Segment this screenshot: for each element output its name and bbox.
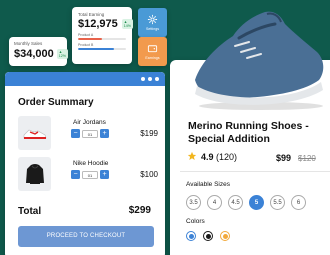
colors-label: Colors bbox=[186, 218, 205, 225]
product-price: $99 bbox=[276, 153, 292, 163]
size-option[interactable]: 6 bbox=[291, 195, 306, 210]
progress-fill bbox=[78, 48, 114, 50]
size-option[interactable]: 5.5 bbox=[270, 195, 285, 210]
hoodie-image bbox=[18, 157, 51, 191]
progress-fill bbox=[78, 38, 102, 40]
checkout-button[interactable]: PROCEED TO CHECKOUT bbox=[18, 226, 154, 247]
earning-bar-label: Product B bbox=[78, 43, 94, 47]
sneaker-image bbox=[18, 116, 51, 150]
cart-item: Air Jordans − 01 + $199 bbox=[18, 116, 158, 150]
earnings-tile[interactable]: Earnings bbox=[138, 37, 167, 66]
total-earning-label: Total Earning bbox=[78, 12, 105, 17]
item-price: $199 bbox=[140, 129, 158, 138]
quantity-value[interactable]: 01 bbox=[82, 170, 98, 179]
decrease-button[interactable]: − bbox=[71, 170, 80, 179]
increase-button[interactable]: + bbox=[100, 170, 109, 179]
total-earning-value: $12,975 bbox=[78, 18, 118, 30]
color-options bbox=[186, 231, 230, 241]
sizes-label: Available Sizes bbox=[186, 181, 230, 188]
total-value: $299 bbox=[128, 205, 151, 216]
size-option[interactable]: 5 bbox=[249, 195, 264, 210]
item-name: Air Jordans bbox=[73, 119, 106, 126]
star-icon bbox=[187, 151, 197, 160]
rating-value: 4.9 bbox=[201, 152, 214, 162]
running-shoe-image bbox=[195, 11, 324, 110]
increase-button[interactable]: + bbox=[100, 129, 109, 138]
order-summary-header-bar bbox=[5, 72, 165, 86]
total-earning-change: ▲ 14% bbox=[121, 19, 133, 29]
gear-icon bbox=[147, 14, 158, 25]
item-price: $100 bbox=[140, 170, 158, 179]
size-option[interactable]: 4.5 bbox=[228, 195, 243, 210]
review-count: (120) bbox=[216, 152, 238, 162]
quantity-stepper: − 01 + bbox=[71, 129, 109, 138]
earnings-tile-label: Earnings bbox=[145, 56, 160, 60]
settings-tile-label: Settings bbox=[146, 27, 159, 31]
earning-bar-a: Product A bbox=[78, 33, 126, 40]
quantity-value[interactable]: 01 bbox=[82, 129, 98, 138]
cart-item: Nike Hoodie − 01 + $100 bbox=[18, 157, 158, 191]
decrease-button[interactable]: − bbox=[71, 129, 80, 138]
product-title: Merino Running Shoes - Special Addition bbox=[188, 120, 309, 145]
monthly-sales-change: ▲ 12% bbox=[56, 49, 68, 59]
original-price: $120 bbox=[298, 154, 316, 163]
monthly-sales-value: $34,000 bbox=[14, 48, 54, 60]
order-summary-card: Order Summary Air Jordans − 01 + $199 Ni… bbox=[5, 72, 165, 255]
total-label: Total bbox=[18, 206, 42, 217]
monthly-sales-card: Monthly Sales $34,000 ▲ 12% bbox=[9, 37, 68, 66]
color-swatch[interactable] bbox=[186, 231, 196, 241]
size-option[interactable]: 3.5 bbox=[186, 195, 201, 210]
color-swatch[interactable] bbox=[203, 231, 213, 241]
divider bbox=[180, 171, 330, 172]
size-option[interactable]: 4 bbox=[207, 195, 222, 210]
monthly-sales-label: Monthly Sales bbox=[14, 41, 43, 46]
size-options: 3.5 4 4.5 5 5.5 6 bbox=[186, 195, 306, 210]
product-rating: 4.9 (120) bbox=[201, 152, 237, 162]
wallet-icon bbox=[147, 45, 158, 53]
order-summary-title: Order Summary bbox=[18, 97, 94, 108]
total-earning-card: Total Earning $12,975 ▲ 14% Product A Pr… bbox=[72, 7, 133, 64]
earning-bar-label: Product A bbox=[78, 33, 94, 37]
settings-tile[interactable]: Settings bbox=[138, 8, 167, 37]
earning-bar-b: Product B bbox=[78, 43, 126, 50]
color-swatch[interactable] bbox=[220, 231, 230, 241]
item-name: Nike Hoodie bbox=[73, 160, 109, 167]
more-options-icon[interactable] bbox=[141, 77, 159, 81]
quantity-stepper: − 01 + bbox=[71, 170, 109, 179]
